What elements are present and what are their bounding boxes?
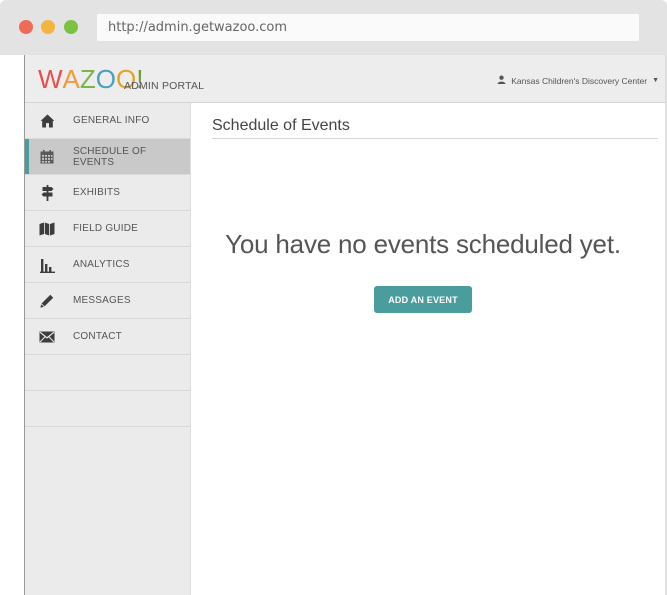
sidebar-item-field-guide[interactable]: FIELD GUIDE: [25, 211, 190, 247]
user-menu[interactable]: Kansas Children's Discovery Center ▼: [497, 75, 659, 86]
calendar-icon: [38, 148, 56, 166]
sidebar-item-exhibits[interactable]: EXHIBITS: [25, 175, 190, 211]
sidebar-item-label: ANALYTICS: [73, 259, 130, 270]
sidebar-item-label: MESSAGES: [73, 295, 131, 306]
pencil-icon: [38, 292, 56, 310]
sidebar-item-analytics[interactable]: ANALYTICS: [25, 247, 190, 283]
sidebar-item-label: FIELD GUIDE: [73, 223, 138, 234]
logo-letter: A: [62, 64, 80, 94]
sidebar: GENERAL INFO SCHEDULE OF EVENTS EXHIBITS…: [25, 103, 191, 595]
title-divider: [212, 138, 658, 139]
person-icon: [497, 75, 506, 86]
main-content: Schedule of Events You have no events sc…: [191, 103, 665, 595]
page-title: Schedule of Events: [212, 117, 350, 134]
minimize-window-button[interactable]: [41, 20, 55, 34]
sidebar-item-label: SCHEDULE OF EVENTS: [73, 145, 147, 168]
address-bar[interactable]: http://admin.getwazoo.com: [97, 14, 639, 41]
sidebar-item-label: GENERAL INFO: [73, 115, 150, 126]
add-event-button[interactable]: ADD AN EVENT: [374, 286, 472, 313]
sidebar-empty-row: [25, 355, 190, 391]
envelope-icon: [38, 328, 56, 346]
signpost-icon: [38, 184, 56, 202]
sidebar-item-schedule-of-events[interactable]: SCHEDULE OF EVENTS: [25, 139, 190, 175]
caret-down-icon: ▼: [652, 77, 659, 84]
frame-gutter: [0, 55, 24, 595]
sidebar-empty-row: [25, 391, 190, 427]
portal-label: ADMIN PORTAL: [124, 80, 205, 92]
sidebar-item-general-info[interactable]: GENERAL INFO: [25, 103, 190, 139]
bar-chart-icon: [38, 256, 56, 274]
close-window-button[interactable]: [19, 20, 33, 34]
map-icon: [38, 220, 56, 238]
logo-letter: W: [38, 64, 63, 94]
maximize-window-button[interactable]: [64, 20, 78, 34]
sidebar-item-messages[interactable]: MESSAGES: [25, 283, 190, 319]
sidebar-item-contact[interactable]: CONTACT: [25, 319, 190, 355]
logo-letter: O: [95, 64, 117, 94]
sidebar-item-label: CONTACT: [73, 331, 122, 342]
browser-chrome: http://admin.getwazoo.com: [0, 0, 667, 55]
logo-letter: Z: [79, 64, 96, 94]
user-name: Kansas Children's Discovery Center: [511, 75, 648, 86]
sidebar-item-label: EXHIBITS: [73, 187, 121, 198]
home-icon: [38, 112, 56, 130]
app-header: WAZOO! ADMIN PORTAL Kansas Children's Di…: [25, 55, 665, 103]
empty-state-message: You have no events scheduled yet.: [225, 229, 621, 259]
